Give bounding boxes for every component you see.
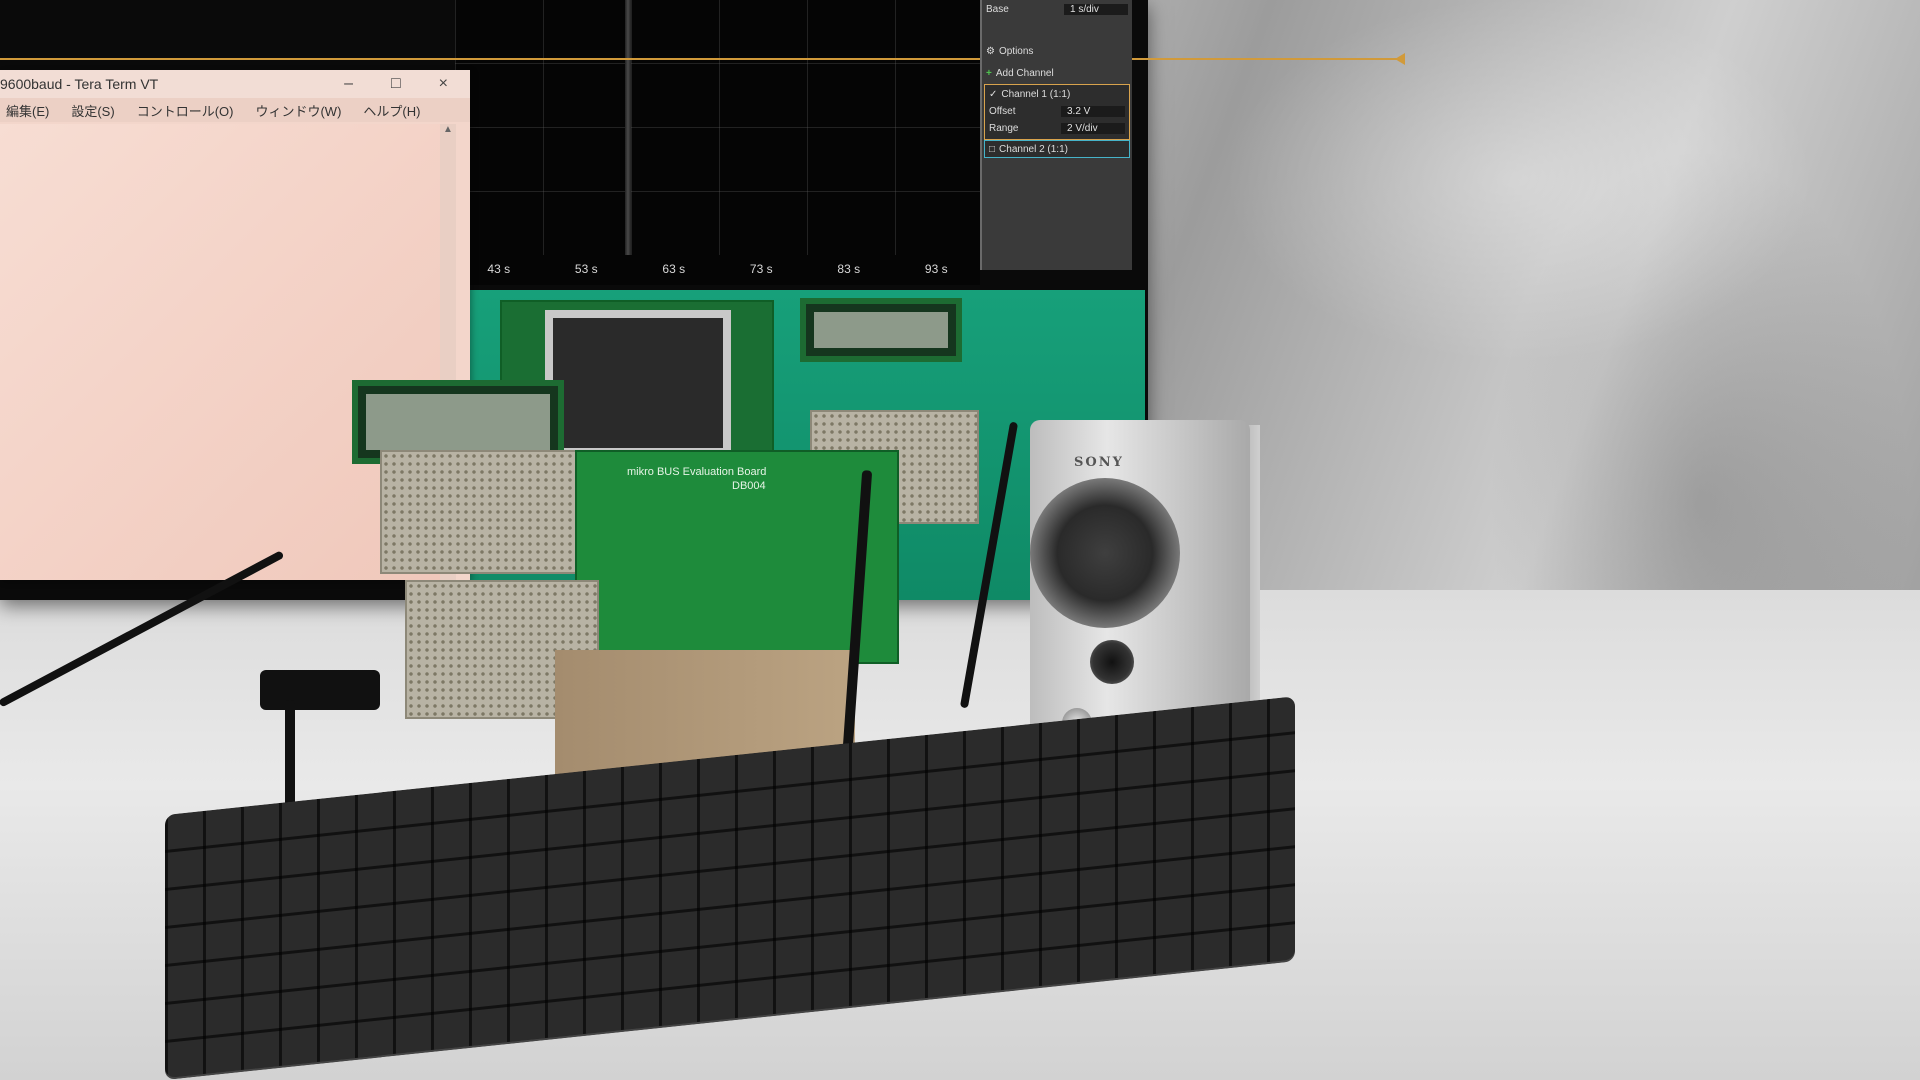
options-label: Options: [998, 45, 1034, 57]
menu-setup[interactable]: 設定(S): [71, 101, 114, 120]
proto-board-upper: [380, 450, 579, 574]
tera-term-titlebar[interactable]: 9600baud - Tera Term VT – □ ×: [0, 70, 470, 98]
menu-edit[interactable]: 編集(E): [6, 101, 49, 120]
x-tick-label: 83 s: [837, 262, 861, 276]
channel1-label: Channel 1 (1:1): [1001, 88, 1071, 100]
oscilloscope-trace: [0, 58, 1405, 60]
oscilloscope-plot: 43 s 53 s 63 s 73 s 83 s 93 s: [0, 0, 1405, 285]
channel1-section: ✓ Channel 1 (1:1) Offset 3.2 V Range 2 V…: [984, 84, 1130, 140]
channel2-header[interactable]: □ Channel 2 (1:1): [989, 140, 1125, 158]
window-title: 9600baud - Tera Term VT: [0, 76, 159, 92]
oscilloscope-grid: [455, 0, 980, 255]
speaker-brand: SONY: [1074, 455, 1124, 470]
x-tick-label: 73 s: [749, 262, 773, 276]
oscilloscope-cursor[interactable]: [625, 0, 631, 255]
board-model: DB004: [732, 480, 766, 492]
x-tick-label: 63 s: [662, 262, 686, 276]
menu-window[interactable]: ウィンドウ(W): [255, 101, 341, 120]
close-icon[interactable]: ×: [439, 75, 448, 93]
options-button[interactable]: ⚙ Options: [986, 42, 1128, 60]
window-controls: – □ ×: [344, 75, 470, 93]
menu-control[interactable]: コントロール(O): [137, 101, 234, 120]
gear-icon: ⚙: [986, 45, 995, 57]
tft-display: [545, 310, 731, 456]
terminal-area[interactable]: [0, 124, 440, 580]
time-axis: 43 s 53 s 63 s 73 s 83 s 93 s: [455, 256, 980, 282]
speaker-port: [1090, 640, 1134, 684]
scroll-up-icon[interactable]: ▲: [443, 124, 453, 135]
usb-serial-adapter: [260, 670, 380, 710]
checkmark-icon[interactable]: ✓: [989, 89, 997, 100]
trigger-marker-icon[interactable]: [1395, 53, 1405, 65]
maximize-icon[interactable]: □: [391, 75, 401, 93]
channel2-label: Channel 2 (1:1): [999, 143, 1068, 155]
minimize-icon[interactable]: –: [344, 75, 353, 93]
lcd-screen: [366, 394, 550, 450]
plus-icon: +: [986, 67, 992, 79]
board-label: mikro BUS Evaluation Board: [627, 466, 767, 478]
offset-label: Offset: [989, 105, 1016, 117]
channel1-header[interactable]: ✓ Channel 1 (1:1): [989, 85, 1125, 103]
base-label: Base: [986, 3, 1009, 15]
checkbox-icon[interactable]: □: [989, 144, 995, 155]
x-tick-label: 53 s: [574, 262, 598, 276]
base-row[interactable]: Base 1 s/div: [986, 0, 1128, 18]
speaker-woofer: [1030, 478, 1180, 628]
range-label: Range: [989, 122, 1019, 134]
add-channel-label: Add Channel: [995, 67, 1054, 79]
menu-help[interactable]: ヘルプ(H): [363, 101, 420, 120]
range-row: Range 2 V/div: [989, 119, 1125, 137]
range-select[interactable]: 2 V/div: [1061, 122, 1125, 134]
lcd-screen: [814, 312, 948, 348]
scope-control-panel: Base 1 s/div ⚙ Options + Add Channel ✓ C…: [980, 0, 1132, 270]
channel2-section[interactable]: □ Channel 2 (1:1): [984, 140, 1130, 158]
offset-row: Offset 3.2 V: [989, 102, 1125, 120]
add-channel-button[interactable]: + Add Channel: [986, 64, 1128, 82]
lcd-module-right: [800, 298, 962, 362]
menu-bar: 編集(E) 設定(S) コントロール(O) ウィンドウ(W) ヘルプ(H): [0, 98, 470, 122]
base-select[interactable]: 1 s/div: [1064, 3, 1128, 15]
x-tick-label: 43 s: [487, 262, 511, 276]
x-tick-label: 93 s: [924, 262, 948, 276]
offset-field[interactable]: 3.2 V: [1061, 105, 1125, 117]
